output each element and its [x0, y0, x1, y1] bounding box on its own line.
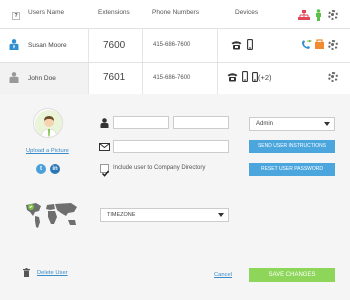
call-forward-icon[interactable] — [301, 40, 312, 50]
phone-number: 415-686-7600 — [153, 75, 191, 81]
header-devices[interactable]: Devices — [235, 9, 258, 16]
extra-devices-count[interactable]: (+2) — [258, 73, 272, 82]
person-icon[interactable] — [315, 9, 322, 21]
include-directory-checkbox[interactable] — [100, 164, 110, 177]
email-input[interactable] — [113, 140, 229, 153]
divider — [88, 63, 89, 94]
send-instructions-button[interactable]: SEND USER INSTRUCTIONS — [249, 140, 335, 153]
header-extensions[interactable]: Extensions — [98, 9, 130, 16]
cancel-link[interactable]: Cancel — [214, 272, 232, 278]
role-select[interactable]: Admin — [249, 117, 335, 131]
users-panel: ? Users Name Extensions Phone Numbers De… — [0, 0, 350, 300]
extension: 7601 — [103, 72, 126, 83]
delete-user-link[interactable]: Delete User — [37, 270, 68, 276]
first-name-input[interactable] — [113, 116, 169, 129]
person-field-icon — [100, 118, 109, 128]
help-icon[interactable]: ? — [12, 12, 20, 20]
mobile-icon — [242, 71, 248, 82]
divider — [142, 63, 143, 94]
linkedin-icon[interactable]: in — [50, 164, 60, 174]
chevron-down-icon — [218, 213, 224, 217]
header-users-name[interactable]: Users Name — [28, 9, 64, 16]
user-name[interactable]: John Doe — [28, 75, 56, 82]
phone-number: 415-686-7600 — [153, 42, 191, 48]
reset-password-button[interactable]: RESET USER PASSWORD — [249, 163, 335, 176]
divider — [217, 63, 218, 94]
avatar[interactable] — [33, 108, 63, 138]
divider — [142, 29, 143, 62]
user-name[interactable]: Susan Moore — [28, 42, 67, 49]
table-row[interactable]: John Doe 7601 415-686-7600 (+2) — [0, 63, 350, 94]
mobile-icon — [247, 39, 253, 50]
last-name-input[interactable] — [173, 116, 229, 129]
gear-icon[interactable] — [328, 72, 338, 82]
timezone-select-value: TIMEZONE — [107, 212, 136, 218]
user-icon — [9, 72, 19, 83]
checkmark-icon — [101, 170, 110, 177]
timezone-select[interactable]: TIMEZONE — [100, 208, 229, 222]
divider — [88, 29, 89, 62]
upload-picture-link[interactable]: Upload a Picture — [26, 148, 69, 154]
gear-icon[interactable] — [328, 10, 338, 20]
include-directory-label[interactable]: Include user to Company Directory — [113, 165, 205, 171]
save-changes-button[interactable]: SAVE CHANGES — [249, 268, 335, 282]
desk-phone-icon — [227, 73, 238, 82]
divider — [217, 29, 218, 62]
trash-icon[interactable] — [23, 268, 30, 277]
extension: 7600 — [103, 40, 126, 51]
org-chart-icon[interactable] — [298, 10, 310, 21]
chevron-down-icon — [324, 122, 330, 126]
table-row[interactable]: Susan Moore 7600 415-686-7600 — [0, 29, 350, 62]
email-field-icon — [99, 143, 110, 151]
desk-phone-icon — [231, 41, 242, 50]
twitter-icon[interactable]: t — [36, 164, 46, 174]
voicemail-box-icon[interactable] — [314, 39, 325, 50]
gear-icon[interactable] — [328, 40, 338, 50]
role-select-value: Admin — [256, 121, 274, 127]
world-map-icon[interactable] — [24, 200, 80, 230]
header-phone-numbers[interactable]: Phone Numbers — [152, 9, 199, 16]
user-admin-icon — [9, 39, 19, 50]
